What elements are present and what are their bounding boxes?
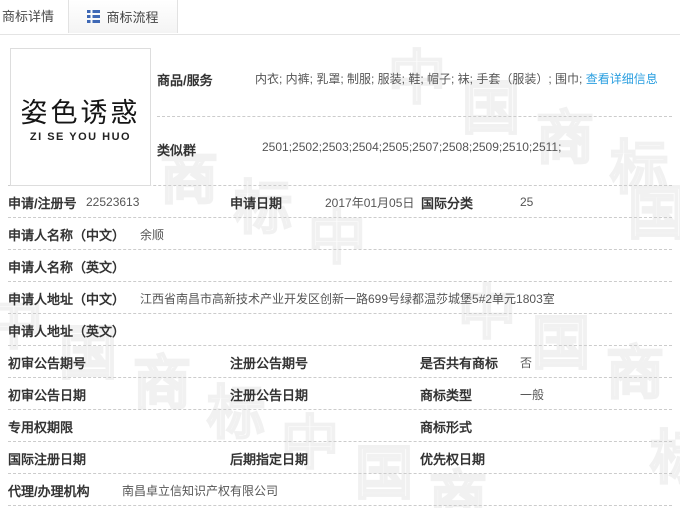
application-date-value: 2017年01月05日 xyxy=(325,194,421,211)
shared-trademark-label: 是否共有商标 xyxy=(420,353,520,372)
table-row-applicant-address-cn: 申请人地址（中文） 江西省南昌市高新技术产业开发区创新一路699号绿都温莎城堡5… xyxy=(0,282,680,314)
tab-bar: 商标详情 商标流程 xyxy=(0,0,680,35)
applicant-name-cn-value: 余顺 xyxy=(140,226,164,243)
registration-issue-label: 注册公告期号 xyxy=(230,353,420,372)
table-row-applicant-name-cn: 申请人名称（中文） 余顺 xyxy=(0,218,680,250)
application-number-value: 22523613 xyxy=(86,195,230,209)
table-row-announcement-date: 初审公告日期 注册公告日期 商标类型 一般 xyxy=(0,378,680,410)
agency-label: 代理/办理机构 xyxy=(8,481,122,500)
intl-registration-date-label: 国际注册日期 xyxy=(8,449,230,468)
preliminary-issue-label: 初审公告期号 xyxy=(8,353,230,372)
table-row-applicant-address-en: 申请人地址（英文） xyxy=(0,314,680,346)
applicant-address-cn-value: 江西省南昌市高新技术产业开发区创新一路699号绿都温莎城堡5#2单元1803室 xyxy=(140,290,555,307)
registration-date-label: 注册公告日期 xyxy=(230,385,420,404)
trademark-image: 姿色诱惑 ZI SE YOU HUO xyxy=(10,48,151,186)
similar-group-row: 类似群 2501;2502;2503;2504;2505;2507;2508;2… xyxy=(157,140,676,159)
trademark-name-en: ZI SE YOU HUO xyxy=(30,131,131,143)
similar-group-label: 类似群 xyxy=(157,140,262,159)
table-row-registration: 申请/注册号 22523613 申请日期 2017年01月05日 国际分类 25 xyxy=(0,186,680,218)
trademark-form-label: 商标形式 xyxy=(420,417,520,436)
applicant-address-cn-label: 申请人地址（中文） xyxy=(8,289,140,308)
goods-services-label: 商品/服务 xyxy=(157,70,255,89)
similar-group-value: 2501;2502;2503;2504;2505;2507;2508;2509;… xyxy=(262,140,561,154)
applicant-name-en-label: 申请人名称（英文） xyxy=(8,257,140,276)
trademark-type-value: 一般 xyxy=(520,386,544,403)
application-number-label: 申请/注册号 xyxy=(8,193,86,212)
table-row-international-dates: 国际注册日期 后期指定日期 优先权日期 xyxy=(0,442,680,474)
later-designation-date-label: 后期指定日期 xyxy=(230,449,420,468)
table-row-announcement-issue: 初审公告期号 注册公告期号 是否共有商标 否 xyxy=(0,346,680,378)
goods-services-value: 内衣; 内裤; 乳罩; 制服; 服装; 鞋; 帽子; 袜; 手套（服装）; 围巾… xyxy=(255,70,658,87)
application-date-label: 申请日期 xyxy=(230,193,325,212)
intl-class-value: 25 xyxy=(520,195,533,209)
tab-trademark-detail[interactable]: 商标详情 xyxy=(2,0,54,33)
tab-trademark-flow[interactable]: 商标流程 xyxy=(68,0,178,33)
table-row-applicant-name-en: 申请人名称（英文） xyxy=(0,250,680,282)
exclusive-period-label: 专用权期限 xyxy=(8,417,230,436)
priority-date-label: 优先权日期 xyxy=(420,449,520,468)
list-icon xyxy=(87,10,100,23)
divider xyxy=(157,116,672,117)
shared-trademark-value: 否 xyxy=(520,354,532,371)
goods-services-text: 内衣; 内裤; 乳罩; 制服; 服装; 鞋; 帽子; 袜; 手套（服装）; 围巾… xyxy=(255,72,586,86)
view-details-link[interactable]: 查看详细信息 xyxy=(586,72,658,86)
trademark-type-label: 商标类型 xyxy=(420,385,520,404)
table-row-exclusive-period: 专用权期限 商标形式 xyxy=(0,410,680,442)
top-section: 姿色诱惑 ZI SE YOU HUO 商品/服务 内衣; 内裤; 乳罩; 制服;… xyxy=(0,34,680,186)
applicant-name-cn-label: 申请人名称（中文） xyxy=(8,225,140,244)
goods-services-row: 商品/服务 内衣; 内裤; 乳罩; 制服; 服装; 鞋; 帽子; 袜; 手套（服… xyxy=(157,70,676,89)
applicant-address-en-label: 申请人地址（英文） xyxy=(8,321,140,340)
tab-trademark-flow-label: 商标流程 xyxy=(106,7,158,26)
trademark-detail-panel: 姿色诱惑 ZI SE YOU HUO 商品/服务 内衣; 内裤; 乳罩; 制服;… xyxy=(0,34,680,508)
intl-class-label: 国际分类 xyxy=(421,193,520,212)
trademark-name-cn: 姿色诱惑 xyxy=(21,91,141,130)
agency-value: 南昌卓立信知识产权有限公司 xyxy=(122,482,278,499)
preliminary-date-label: 初审公告日期 xyxy=(8,385,230,404)
table-row-agency: 代理/办理机构 南昌卓立信知识产权有限公司 xyxy=(0,474,680,506)
